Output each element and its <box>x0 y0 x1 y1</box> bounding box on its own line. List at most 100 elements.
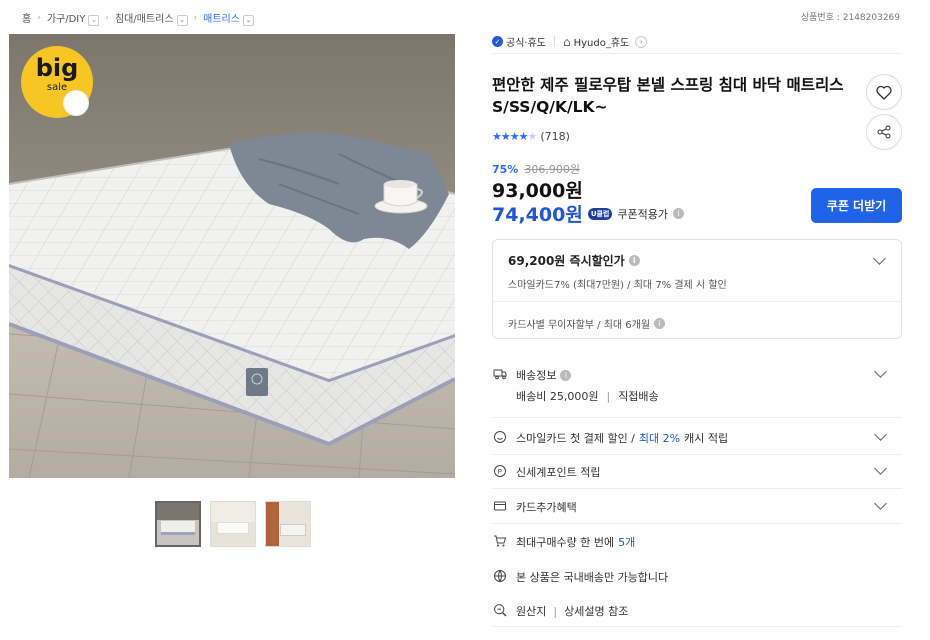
thumbnail-2[interactable] <box>210 501 256 547</box>
shipping-label: 배송정보 <box>516 369 557 382</box>
svg-text:P: P <box>498 468 502 476</box>
smilecard-suffix: 캐시 적립 <box>684 432 729 445</box>
smilecard-highlight: 최대 2% <box>638 432 681 445</box>
instant-discount-price-row: 69,200원 즉시할인가 i <box>508 252 640 269</box>
max-qty-value: 5개 <box>618 536 636 549</box>
chevron-down-icon[interactable] <box>873 252 886 265</box>
max-qty-text: 최대구매수량 한 번에 5개 <box>516 534 635 550</box>
share-icon <box>877 125 891 139</box>
verified-check-icon: ✓ <box>492 36 503 47</box>
breadcrumb-item-subcategory[interactable]: 침대/매트리스 ⌄ <box>115 10 188 26</box>
thumbnail-1[interactable] <box>155 501 201 547</box>
instant-discount-box: 69,200원 즉시할인가 i 스마일카드7% (최대7만원) / 최대 7% … <box>492 239 902 339</box>
heart-icon <box>876 85 892 100</box>
breadcrumb-home[interactable]: 홈 <box>22 10 31 25</box>
origin-text: 원산지 | 상세설명 참조 <box>516 603 628 619</box>
chevron-down-icon[interactable] <box>874 462 887 475</box>
wishlist-button[interactable] <box>866 74 902 110</box>
info-icon[interactable]: i <box>673 208 684 219</box>
info-icon[interactable]: i <box>628 255 640 266</box>
instant-discount-detail: 스마일카드7% (최대7만원) / 최대 7% 결제 시 할인 <box>508 280 727 291</box>
product-info-panel: ✓ 공식·휴도 ⌂ Hyudo_휴도 › 편안한 제주 필로우탑 본넬 스프링 … <box>492 34 902 627</box>
shipping-type: 직접배송 <box>618 390 659 403</box>
divider <box>492 454 902 455</box>
domestic-text: 본 상품은 국내배송만 가능합니다 <box>516 569 668 585</box>
breadcrumb-separator-icon: › <box>105 12 109 23</box>
coupon-price: 74,400원 <box>492 204 583 226</box>
divider <box>492 626 902 627</box>
review-count: (718) <box>540 130 570 143</box>
product-title: 편안한 제주 필로우탑 본넬 스프링 침대 바닥 매트리스 S/SS/Q/K/L… <box>492 76 844 116</box>
smilecard-text: 스마일카드 첫 결제 할인 / 최대 2% 캐시 적립 <box>516 430 728 446</box>
store-name-link[interactable]: Hyudo_휴도 <box>574 34 630 49</box>
thumbnail-3[interactable] <box>265 501 311 547</box>
coupon-download-button[interactable]: 쿠폰 더받기 <box>811 188 902 223</box>
shipping-info[interactable]: 배송정보 i 배송비 25,000원 | 직접배송 <box>492 365 902 407</box>
max-purchase-qty: 최대구매수량 한 번에 5개 <box>492 534 902 550</box>
thumbnail-list <box>155 501 311 547</box>
truck-icon <box>493 369 507 380</box>
info-icon[interactable]: i <box>560 369 572 381</box>
rating-summary[interactable]: ★★★★★ (718) <box>492 130 570 143</box>
domestic-label: 본 상품은 국내배송만 가능합니다 <box>516 571 669 584</box>
breadcrumb-item-category[interactable]: 가구/DIY ⌄ <box>47 10 100 26</box>
origin-value: 상세설명 참조 <box>564 605 629 618</box>
smilecard-benefit[interactable]: 스마일카드 첫 결제 할인 / 최대 2% 캐시 적립 <box>492 428 902 446</box>
divider <box>493 301 901 302</box>
card-extra-label: 카드추가혜택 <box>516 501 577 514</box>
origin-label: 원산지 <box>516 605 547 618</box>
smilecard-prefix: 스마일카드 첫 결제 할인 / <box>516 432 635 445</box>
shipping-detail: 배송비 25,000원 | 직접배송 <box>516 388 659 404</box>
credit-card-icon <box>494 501 506 511</box>
divider <box>553 36 555 47</box>
divider: | <box>606 389 611 403</box>
globe-icon <box>494 570 506 583</box>
uclub-badge: U클럽 <box>587 207 613 220</box>
max-qty-prefix: 최대구매수량 한 번에 <box>516 536 615 549</box>
point-icon: P <box>494 465 506 477</box>
share-button[interactable] <box>866 114 902 150</box>
chevron-right-icon[interactable]: › <box>635 35 648 48</box>
breadcrumb: 홈 › 가구/DIY ⌄ › 침대/매트리스 ⌄ › 매트리스 ⌄ <box>22 10 254 26</box>
smile-card-icon <box>494 431 506 443</box>
chevron-down-icon[interactable]: ⌄ <box>176 14 188 26</box>
seller-bar: ✓ 공식·휴도 ⌂ Hyudo_휴도 › <box>492 34 902 54</box>
breadcrumb-separator-icon: › <box>37 12 41 23</box>
product-main-image[interactable]: big sale <box>9 34 455 478</box>
divider: | <box>553 604 558 618</box>
card-extra-benefit[interactable]: 카드추가혜택 <box>492 497 902 515</box>
instant-discount-price: 69,200원 즉시할인가 <box>508 254 625 268</box>
shinsegae-label: 신세계포인트 적립 <box>516 466 601 479</box>
installment-row: 카드사별 무이자할부 / 최대 6개월 i <box>508 316 666 331</box>
official-label: 공식·휴도 <box>506 38 546 49</box>
card-extra-text: 카드추가혜택 <box>516 499 577 515</box>
product-number: 상품번호 : 2148203269 <box>800 13 900 23</box>
discount-row: 75% 306,900원 <box>492 161 580 177</box>
shipping-label-row: 배송정보 i <box>516 367 572 383</box>
sale-price: 93,000원 <box>492 180 583 202</box>
chevron-down-icon[interactable]: ⌄ <box>242 14 254 26</box>
shinsegae-point-benefit[interactable]: P 신세계포인트 적립 <box>492 462 902 480</box>
coupon-price-row: 74,400원 U클럽 쿠폰적용가 i <box>492 200 684 227</box>
star-rating-icon: ★★★★★ <box>492 130 537 143</box>
original-price: 306,900원 <box>524 163 580 176</box>
domestic-shipping-notice: 본 상품은 국내배송만 가능합니다 <box>492 569 902 585</box>
official-store-link[interactable]: ✓ 공식·휴도 <box>492 34 546 49</box>
top-bar: 홈 › 가구/DIY ⌄ › 침대/매트리스 ⌄ › 매트리스 ⌄ 상품번호 : 21… <box>0 0 930 32</box>
divider <box>492 488 902 489</box>
cart-icon <box>494 535 507 547</box>
chevron-down-icon[interactable] <box>874 365 887 378</box>
rabbit-mascot-icon <box>63 90 89 116</box>
coupon-price-label: 쿠폰적용가 <box>617 207 668 221</box>
breadcrumb-separator-icon: › <box>193 12 198 23</box>
origin-info: 원산지 | 상세설명 참조 <box>492 603 902 619</box>
divider <box>492 417 902 418</box>
chevron-down-icon[interactable] <box>874 428 887 441</box>
chevron-down-icon[interactable] <box>874 497 887 510</box>
chevron-down-icon[interactable]: ⌄ <box>88 14 100 26</box>
divider <box>492 523 902 524</box>
big-sale-badge-line1: big <box>35 54 79 82</box>
installment-text: 카드사별 무이자할부 / 최대 6개월 <box>508 320 651 331</box>
breadcrumb-item-current[interactable]: 매트리스 ⌄ <box>203 10 254 26</box>
info-icon[interactable]: i <box>654 318 666 329</box>
